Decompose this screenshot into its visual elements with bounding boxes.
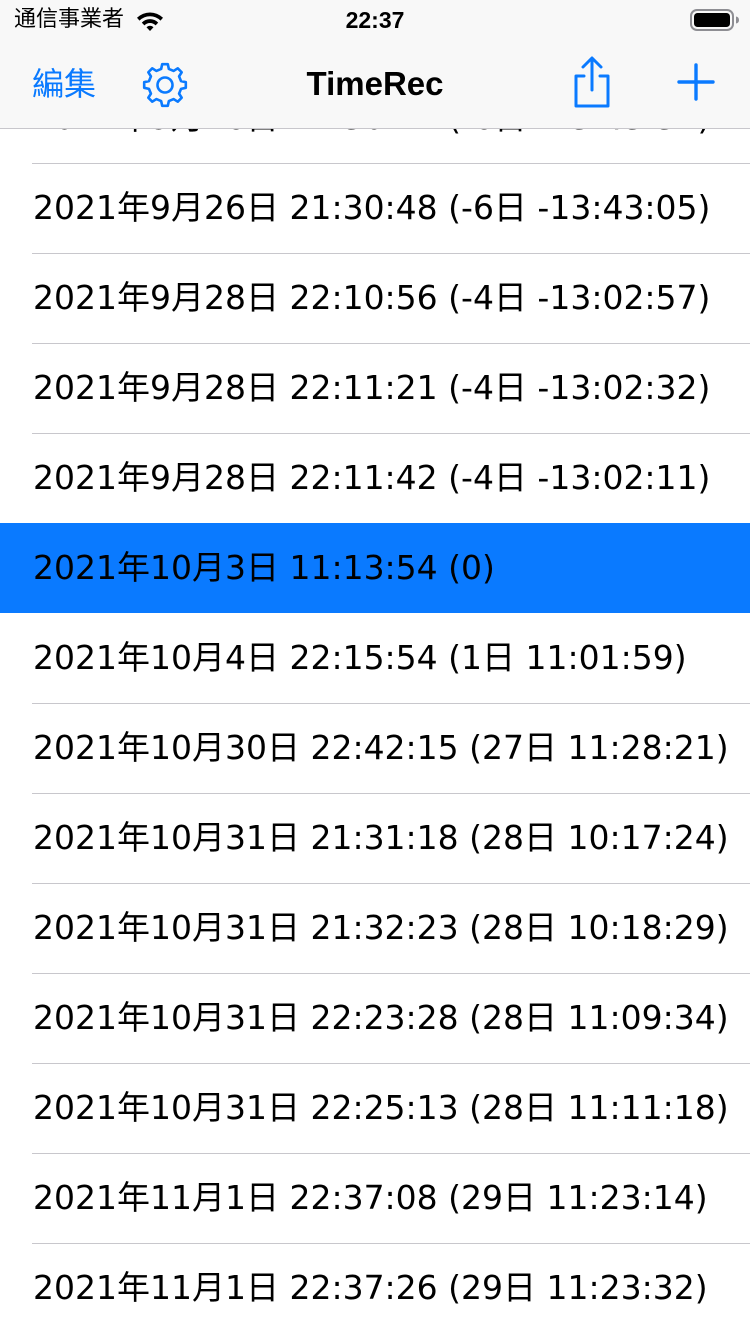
list-item[interactable]: 2021年10月4日 22:15:54 (1日 11:01:59): [0, 613, 750, 703]
list-item-label: 2021年10月3日 11:13:54 (0): [33, 548, 495, 587]
list-item-label: 2021年10月31日 21:32:23 (28日 10:18:29): [33, 908, 729, 947]
list-item-label: 2021年9月26日 21:30:48 (-6日 -13:43:05): [33, 188, 711, 227]
list-item-label: 2021年10月30日 22:42:15 (27日 11:28:21): [33, 728, 729, 767]
list-item-label: 2021年9月26日 21:30:22 (-6日 -13:43:31): [33, 129, 710, 163]
plus-icon[interactable]: [676, 62, 716, 102]
list-item[interactable]: 2021年11月1日 22:37:26 (29日 11:23:32): [0, 1243, 750, 1333]
list-item[interactable]: 2021年10月31日 22:25:13 (28日 11:11:18): [0, 1063, 750, 1153]
list-item-label: 2021年10月4日 22:15:54 (1日 11:01:59): [33, 638, 687, 677]
list-item[interactable]: 2021年9月28日 22:11:42 (-4日 -13:02:11): [0, 433, 750, 523]
list-item[interactable]: 2021年9月28日 22:10:56 (-4日 -13:02:57): [0, 253, 750, 343]
list-item[interactable]: 2021年10月31日 21:32:23 (28日 10:18:29): [0, 883, 750, 973]
list-item-label: 2021年11月1日 22:37:08 (29日 11:23:14): [33, 1178, 708, 1217]
status-bar: 通信事業者 22:37: [0, 0, 750, 40]
list-item[interactable]: 2021年9月28日 22:11:21 (-4日 -13:02:32): [0, 343, 750, 433]
time-record-list: 2021年9月26日 21:30:22 (-6日 -13:43:31) 2021…: [0, 129, 750, 1334]
list-item[interactable]: 2021年10月31日 21:31:18 (28日 10:17:24): [0, 793, 750, 883]
list-item-selected[interactable]: 2021年10月3日 11:13:54 (0): [0, 523, 750, 613]
share-icon[interactable]: [570, 54, 614, 110]
list-item-label: 2021年11月1日 22:37:26 (29日 11:23:32): [33, 1268, 708, 1307]
list-item[interactable]: 2021年9月26日 21:30:48 (-6日 -13:43:05): [0, 163, 750, 253]
list-item-label: 2021年9月28日 22:11:42 (-4日 -13:02:11): [33, 458, 711, 497]
status-time: 22:37: [345, 7, 405, 33]
navigation-bar: 編集 TimeRec: [0, 40, 750, 129]
list-rows: 2021年9月26日 21:30:48 (-6日 -13:43:05) 2021年…: [0, 163, 750, 1333]
list-item-label: 2021年9月28日 22:10:56 (-4日 -13:02:57): [33, 278, 711, 317]
list-item-label: 2021年10月31日 21:31:18 (28日 10:17:24): [33, 818, 729, 857]
list-item-label: 2021年9月28日 22:11:21 (-4日 -13:02:32): [33, 368, 711, 407]
list-item[interactable]: 2021年10月31日 22:23:28 (28日 11:09:34): [0, 973, 750, 1063]
list-item[interactable]: 2021年10月30日 22:42:15 (27日 11:28:21): [0, 703, 750, 793]
battery-icon: [690, 9, 739, 31]
list-item[interactable]: 2021年9月26日 21:30:22 (-6日 -13:43:31): [0, 129, 750, 163]
list-item[interactable]: 2021年11月1日 22:37:08 (29日 11:23:14): [0, 1153, 750, 1243]
list-item-label: 2021年10月31日 22:23:28 (28日 11:09:34): [33, 998, 729, 1037]
page-title: TimeRec: [306, 65, 444, 102]
list-item-label: 2021年10月31日 22:25:13 (28日 11:11:18): [33, 1088, 729, 1127]
